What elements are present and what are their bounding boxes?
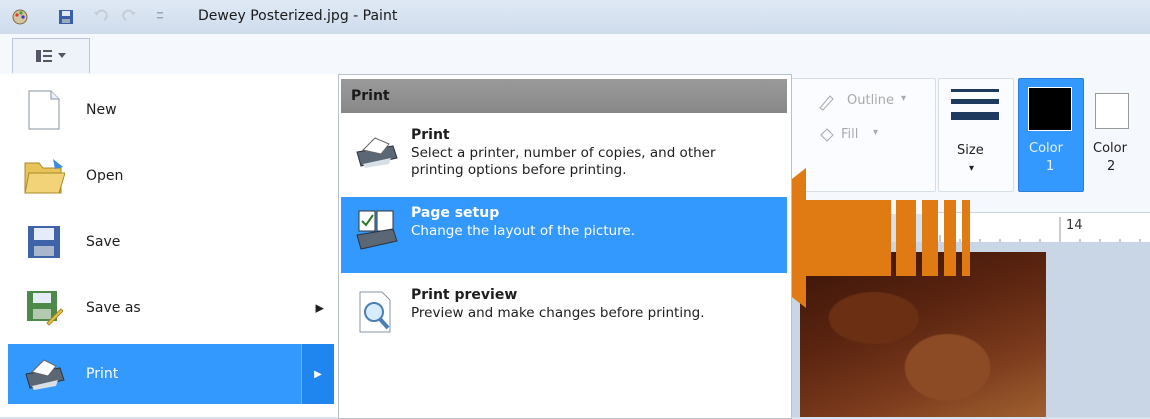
- paint-app-icon[interactable]: [10, 7, 30, 27]
- ribbon-tab-row: [0, 34, 1150, 75]
- save-as-icon: [20, 284, 68, 332]
- menu-item-open[interactable]: Open: [8, 146, 334, 206]
- new-document-icon: [20, 86, 68, 134]
- menu-item-new[interactable]: New: [8, 80, 334, 140]
- color1-button[interactable]: Color 1: [1018, 78, 1084, 192]
- folder-open-icon: [20, 152, 68, 200]
- color2-number: 2: [1107, 159, 1116, 174]
- chevron-down-icon: [58, 53, 66, 58]
- menu-item-label: New: [86, 102, 117, 118]
- submenu-item-print[interactable]: Print Select a printer, number of copies…: [341, 119, 787, 193]
- file-menu-pane: New Open Save Save as ▶ Print ▶: [0, 74, 341, 417]
- submenu-item-description: Change the layout of the picture.: [411, 223, 636, 239]
- outline-dropdown-icon: ▾: [901, 93, 907, 104]
- menu-item-save-as[interactable]: Save as ▶: [8, 278, 334, 338]
- submenu-item-page-setup[interactable]: Page setup Change the layout of the pict…: [341, 197, 787, 273]
- menu-item-print[interactable]: Print ▶: [8, 344, 334, 404]
- size-label: Size: [957, 143, 984, 158]
- file-menu-button[interactable]: [12, 38, 90, 73]
- color1-number: 1: [1046, 159, 1055, 174]
- outline-button[interactable]: Outline: [847, 93, 894, 108]
- color2-button[interactable]: Color 2: [1086, 78, 1144, 192]
- quick-save-icon[interactable]: [56, 7, 76, 27]
- submenu-item-title: Print: [411, 127, 450, 143]
- print-submenu: Print Print Select a printer, number of …: [338, 74, 792, 419]
- printer-icon: [20, 350, 68, 398]
- menu-item-label: Save: [86, 234, 121, 250]
- title-bar: Dewey Posterized.jpg - Paint: [0, 0, 1150, 35]
- redo-icon[interactable]: [120, 7, 140, 27]
- window-title: Dewey Posterized.jpg - Paint: [198, 8, 398, 24]
- paint-menu-icon: [36, 50, 52, 62]
- submenu-item-title: Print preview: [411, 287, 518, 303]
- submenu-item-print-preview[interactable]: Print preview Preview and make changes b…: [341, 279, 787, 349]
- menu-item-save[interactable]: Save: [8, 212, 334, 272]
- menu-item-label: Print: [86, 366, 119, 382]
- outline-icon: [819, 95, 834, 111]
- fill-button[interactable]: Fill: [841, 127, 858, 142]
- menu-item-label: Open: [86, 168, 124, 184]
- color2-label: Color: [1093, 141, 1127, 156]
- menu-item-label: Save as: [86, 300, 141, 316]
- submenu-item-description: Preview and make changes before printing…: [411, 305, 705, 321]
- fill-bucket-icon: [820, 128, 834, 142]
- floppy-disk-icon: [20, 218, 68, 266]
- ruler-mark-label: 14: [1066, 218, 1083, 233]
- submenu-arrow-icon: ▶: [301, 344, 334, 404]
- magnifier-document-icon: [349, 285, 403, 339]
- color1-label: Color: [1029, 141, 1063, 156]
- undo-icon[interactable]: [90, 7, 110, 27]
- submenu-item-description: Select a printer, number of copies, and …: [411, 145, 716, 178]
- printer-icon: [349, 125, 403, 179]
- submenu-item-title: Page setup: [411, 205, 500, 221]
- line-size-icon: [951, 89, 999, 120]
- submenu-arrow-icon: ▶: [315, 301, 324, 315]
- submenu-header: Print: [341, 79, 787, 113]
- fill-dropdown-icon: ▾: [873, 127, 879, 138]
- color1-swatch: [1028, 87, 1072, 131]
- customize-quick-access-icon[interactable]: [150, 7, 170, 27]
- color2-swatch: [1095, 93, 1129, 129]
- page-setup-icon: [349, 203, 403, 257]
